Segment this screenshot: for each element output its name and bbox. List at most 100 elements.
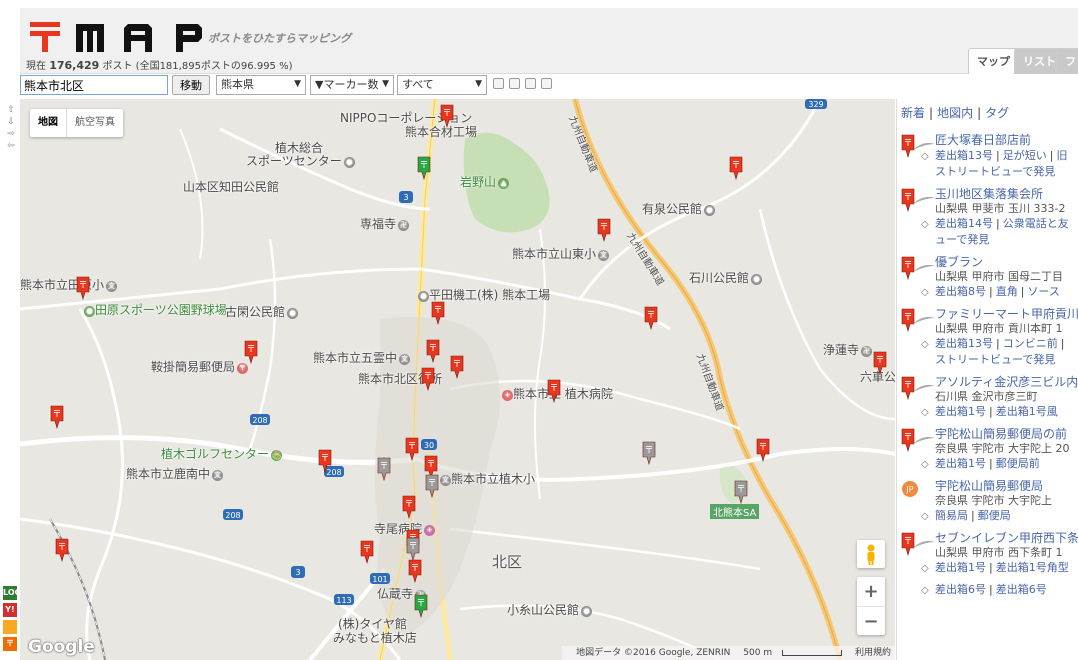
post-marker-icon[interactable]: 〒 xyxy=(440,104,454,129)
filter-value: すべて xyxy=(402,78,434,91)
post-marker-icon[interactable]: 〒 xyxy=(55,538,69,563)
list-item[interactable]: 〒玉川地区集落集会所 山梨県 甲斐市 玉川 333-2 ◇ 差出箱14号 | 公衆電話と友… xyxy=(897,186,1078,248)
street-view-pegman-icon[interactable] xyxy=(857,540,885,568)
tag-link[interactable]: 簡易局 xyxy=(935,509,968,522)
pan-right-icon[interactable]: ⇨ xyxy=(4,128,18,140)
tag-link[interactable]: 公衆電話と友 xyxy=(1003,217,1069,230)
post-marker-icon[interactable]: 〒 xyxy=(756,438,770,463)
yahoo-icon[interactable]: Y! xyxy=(3,603,17,617)
tab-third[interactable]: フ xyxy=(1056,48,1078,74)
post-marker-icon[interactable]: 〒 xyxy=(406,537,420,562)
zoom-out-button[interactable]: − xyxy=(857,606,885,635)
post-marker-icon[interactable]: 〒 xyxy=(597,218,611,243)
post-marker-icon[interactable]: 〒 xyxy=(318,449,332,474)
map-canvas[interactable]: 3 329 208 208 208 30 3 101 113 地図 航空写真 N… xyxy=(20,99,895,660)
entry-title[interactable]: 玉川地区集落集会所 xyxy=(935,186,1078,202)
entry-title[interactable]: アソルティ金沢彦三ビル内 xyxy=(935,374,1078,390)
list-item[interactable]: 〒セブンイレブン甲府西下条 山梨県 甲府市 西下条町 1 ◇ 差出箱1号 | 差出箱1号角… xyxy=(897,530,1078,576)
prefecture-select[interactable]: 熊本県 ▼ xyxy=(216,75,306,95)
nav-new-link[interactable]: 新着 xyxy=(901,106,925,120)
zoom-in-button[interactable]: + xyxy=(857,577,885,606)
filter-select[interactable]: すべて ▼ xyxy=(397,75,487,95)
post-marker-icon[interactable]: 〒 xyxy=(729,156,743,181)
post-marker-icon[interactable]: 〒 xyxy=(244,340,258,365)
search-input[interactable] xyxy=(20,75,168,95)
list-item[interactable]: ◇ 差出箱6号 | 差出箱6号 xyxy=(897,582,1078,618)
tag-link[interactable]: 差出箱8号 xyxy=(935,285,986,298)
option-checkbox-2[interactable] xyxy=(509,78,520,89)
option-checkbox-1[interactable] xyxy=(493,78,504,89)
tag-link[interactable]: 旧 xyxy=(1056,149,1067,162)
svg-text:〒: 〒 xyxy=(644,446,653,456)
tag-link[interactable]: 郵便局前 xyxy=(996,457,1040,470)
entry-extra[interactable]: ストリートビューで発見 xyxy=(897,352,1078,368)
option-checkbox-4[interactable] xyxy=(541,78,552,89)
tag-link[interactable]: 差出箱6号 xyxy=(996,583,1047,596)
entry-title[interactable]: 宇陀松山簡易郵便局 xyxy=(935,478,1078,494)
map-type-map-button[interactable]: 地図 xyxy=(30,109,66,137)
nav-in-map-link[interactable]: 地図内 xyxy=(937,106,973,120)
tag-link[interactable]: 直角 xyxy=(996,285,1018,298)
list-item[interactable]: 〒ファミリーマート甲府貢川店 山梨県 甲府市 貢川本町 1 ◇ 差出箱13号 | コンビニ… xyxy=(897,306,1078,368)
pan-down-icon[interactable]: ⇩ xyxy=(4,116,18,128)
tag-link[interactable]: 差出箱1号 xyxy=(935,561,986,574)
tag-link[interactable]: 差出箱1号 xyxy=(935,405,986,418)
list-item[interactable]: 〒アソルティ金沢彦三ビル内 石川県 金沢市彦三町 ◇ 差出箱1号 | 差出箱1号風 xyxy=(897,374,1078,420)
post-marker-icon[interactable]: 〒 xyxy=(734,480,748,505)
tag-link[interactable]: 差出箱1号角型 xyxy=(996,561,1069,574)
post-marker-icon[interactable]: 〒 xyxy=(642,441,656,466)
tag-link[interactable]: 差出箱6号 xyxy=(935,583,986,596)
list-item[interactable]: JP 宇陀松山簡易郵便局 奈良県 宇陀市 大宇陀上 ◇ 簡易局 | 郵便局 xyxy=(897,478,1078,524)
post-marker-icon[interactable]: 〒 xyxy=(425,474,439,499)
post-icon[interactable]: 〒 xyxy=(3,637,17,651)
entry-title[interactable]: ファミリーマート甲府貢川店 xyxy=(935,306,1078,322)
entry-title[interactable]: 宇陀松山簡易郵便局の前 xyxy=(935,426,1078,442)
loc-icon[interactable]: LOC xyxy=(3,586,20,600)
list-item[interactable]: 〒匠大塚春日部店前 ◇ 差出箱13号 | 足が短い | 旧ストリートビューで発見 xyxy=(897,132,1078,180)
pan-up-icon[interactable]: ⇧ xyxy=(4,104,18,116)
tag-link[interactable]: コンビニ前 xyxy=(1003,337,1058,350)
list-item[interactable]: 〒優ブラン 山梨県 甲府市 国母二丁目 ◇ 差出箱8号 | 直角 | ソース xyxy=(897,254,1078,300)
post-marker-icon[interactable]: 〒 xyxy=(360,540,374,565)
post-marker-icon[interactable]: 〒 xyxy=(408,559,422,584)
tag-link[interactable]: 差出箱13号 xyxy=(935,149,993,162)
entry-title[interactable]: セブンイレブン甲府西下条 xyxy=(935,530,1078,546)
post-marker-icon[interactable]: 〒 xyxy=(405,437,419,462)
nav-tag-link[interactable]: タグ xyxy=(985,106,1009,120)
note-icon[interactable] xyxy=(3,620,17,634)
option-checkbox-3[interactable] xyxy=(525,78,536,89)
post-marker-icon[interactable]: 〒 xyxy=(450,355,464,380)
post-marker-icon[interactable]: 〒 xyxy=(426,339,440,364)
entry-extra[interactable]: ストリートビューで発見 xyxy=(897,164,1078,180)
map-type-satellite-button[interactable]: 航空写真 xyxy=(66,109,123,137)
tag-link[interactable]: 差出箱1号風 xyxy=(996,405,1058,418)
entry-title[interactable]: 優ブラン xyxy=(935,254,1078,270)
entry-title[interactable]: 匠大塚春日部店前 xyxy=(935,132,1078,148)
tag-link[interactable]: 足が短い xyxy=(1003,149,1047,162)
post-marker-icon[interactable]: 〒 xyxy=(377,457,391,482)
tag-link[interactable]: 差出箱13号 xyxy=(935,337,993,350)
post-marker-icon[interactable]: 〒 xyxy=(50,405,64,430)
post-marker-icon[interactable]: 〒 xyxy=(431,301,445,326)
post-marker-icon[interactable]: 〒 xyxy=(547,379,561,404)
post-marker-icon[interactable]: 〒 xyxy=(644,306,658,331)
entry-address: 山梨県 甲府市 西下条町 1 xyxy=(935,546,1063,559)
post-marker-icon[interactable]: 〒 xyxy=(76,276,90,301)
tab-map[interactable]: マップ xyxy=(968,48,1019,74)
entry-extra[interactable]: ューで発見 xyxy=(897,232,1078,248)
post-marker-icon[interactable]: 〒 xyxy=(402,495,416,520)
post-marker-icon[interactable]: 〒 xyxy=(873,351,887,376)
tag-link[interactable]: ソース xyxy=(1027,285,1059,298)
post-marker-icon[interactable]: 〒 xyxy=(421,367,435,392)
tag-link[interactable]: 差出箱14号 xyxy=(935,217,993,230)
marker-count-select[interactable]: ▼マーカー数 ▼ xyxy=(310,75,394,95)
tag-link[interactable]: 差出箱1号 xyxy=(935,457,986,470)
tag-link[interactable]: 郵便局 xyxy=(978,509,1011,522)
move-button[interactable]: 移動 xyxy=(172,75,210,95)
tmap-logo[interactable] xyxy=(30,20,206,54)
post-marker-icon[interactable]: 〒 xyxy=(417,156,431,181)
list-item[interactable]: 〒宇陀松山簡易郵便局の前 奈良県 宇陀市 大宇陀上 20 ◇ 差出箱1号 | 郵便局前 xyxy=(897,426,1078,472)
pan-left-icon[interactable]: ⇦ xyxy=(4,140,18,152)
post-marker-icon[interactable]: 〒 xyxy=(414,594,428,619)
terms-link[interactable]: 利用規約 xyxy=(855,648,891,658)
